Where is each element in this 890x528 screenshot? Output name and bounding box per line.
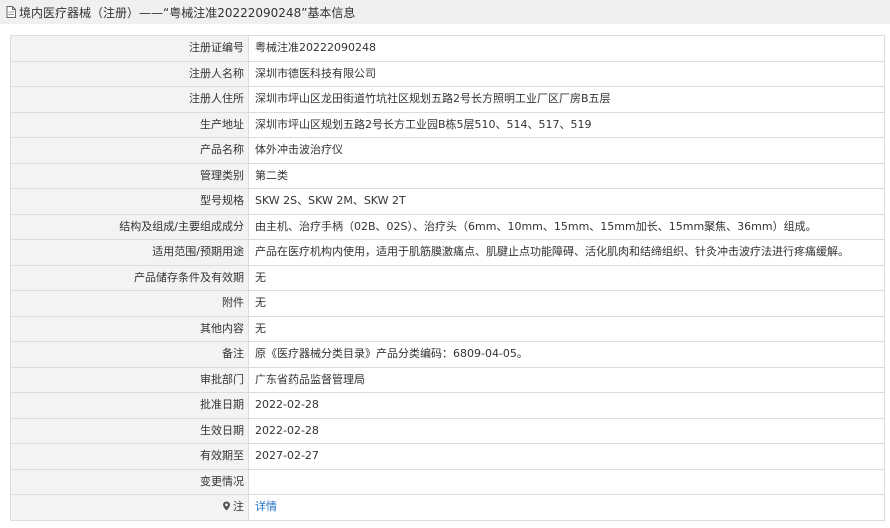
row-value: 无 [248,315,885,342]
row-value: 2022-02-28 [248,392,885,419]
row-label: 注册人名称 [10,60,249,87]
row-label: 型号规格 [10,188,249,215]
row-value: 第二类 [248,162,885,189]
location-pin-icon [222,496,231,511]
row-value: 无 [248,264,885,291]
table-row: 注册人名称 深圳市德医科技有限公司 [10,60,885,87]
page-header: 境内医疗器械（注册）——“粤械注准20222090248”基本信息 [0,0,890,24]
row-label: 附件 [10,290,249,317]
row-value: 体外冲击波治疗仪 [248,137,885,164]
note-label: 注 [233,500,244,514]
row-value: 产品在医疗机构内使用，适用于肌筋膜激痛点、肌腱止点功能障碍、活化肌肉和结缔组织、… [248,239,885,266]
row-value: 广东省药品监督管理局 [248,366,885,393]
table-row: 变更情况 [10,468,885,495]
table-row: 批准日期 2022-02-28 [10,392,885,419]
row-value: 深圳市坪山区龙田街道竹坑社区规划五路2号长方照明工业厂区厂房B五层 [248,86,885,113]
table-row: 注册证编号 粤械注准20222090248 [10,35,885,62]
table-row: 产品储存条件及有效期无 [10,264,885,291]
row-value: 深圳市德医科技有限公司 [248,60,885,87]
table-row: 管理类别 第二类 [10,162,885,189]
row-label: 审批部门 [10,366,249,393]
row-label: 注册证编号 [10,35,249,62]
table-row: 其他内容无 [10,315,885,342]
note-label-cell: 注 [10,494,249,521]
row-label: 管理类别 [10,162,249,189]
row-label: 变更情况 [10,468,249,495]
row-value: 2027-02-27 [248,443,885,470]
table-row: 生产地址 深圳市坪山区规划五路2号长方工业园B栋5层510、514、517、519 [10,111,885,138]
row-value: 无 [248,290,885,317]
table-row: 型号规格 SKW 2S、SKW 2M、SKW 2T [10,188,885,215]
row-value: 原《医疗器械分类目录》产品分类编码：6809-04-05。 [248,341,885,368]
row-label: 产品储存条件及有效期 [10,264,249,291]
table-row: 结构及组成/主要组成成分 由主机、治疗手柄（02B、02S）、治疗头（6mm、10… [10,213,885,240]
row-label: 其他内容 [10,315,249,342]
row-value: SKW 2S、SKW 2M、SKW 2T [248,188,885,215]
details-link[interactable]: 详情 [255,500,277,513]
table-row: 附件无 [10,290,885,317]
info-table-wrapper: 注册证编号 粤械注准20222090248 注册人名称 深圳市德医科技有限公司 注册… [10,35,885,521]
table-row: 生效日期 2022-02-28 [10,417,885,444]
row-value [248,468,885,495]
row-value: 由主机、治疗手柄（02B、02S）、治疗头（6mm、10mm、15mm、15mm… [248,213,885,240]
table-row: 备注 原《医疗器械分类目录》产品分类编码：6809-04-05。 [10,341,885,368]
row-value: 2022-02-28 [248,417,885,444]
info-table: 注册证编号 粤械注准20222090248 注册人名称 深圳市德医科技有限公司 注册… [10,35,885,521]
row-label: 注册人住所 [10,86,249,113]
table-row: 适用范围/预期用途 产品在医疗机构内使用，适用于肌筋膜激痛点、肌腱止点功能障碍、活… [10,239,885,266]
page-title: 境内医疗器械（注册）——“粤械注准20222090248”基本信息 [19,5,356,20]
note-row: 注 详情 [10,494,885,521]
row-label: 结构及组成/主要组成成分 [10,213,249,240]
row-label: 批准日期 [10,392,249,419]
table-row: 注册人住所 深圳市坪山区龙田街道竹坑社区规划五路2号长方照明工业厂区厂房B五层 [10,86,885,113]
row-label: 有效期至 [10,443,249,470]
row-label: 生产地址 [10,111,249,138]
row-label: 适用范围/预期用途 [10,239,249,266]
row-value: 深圳市坪山区规划五路2号长方工业园B栋5层510、514、517、519 [248,111,885,138]
table-row: 有效期至 2027-02-27 [10,443,885,470]
row-label: 产品名称 [10,137,249,164]
note-value-cell: 详情 [248,494,885,521]
row-label: 备注 [10,341,249,368]
table-row: 审批部门 广东省药品监督管理局 [10,366,885,393]
row-label: 生效日期 [10,417,249,444]
row-value: 粤械注准20222090248 [248,35,885,62]
document-icon [6,6,16,18]
table-row: 产品名称 体外冲击波治疗仪 [10,137,885,164]
